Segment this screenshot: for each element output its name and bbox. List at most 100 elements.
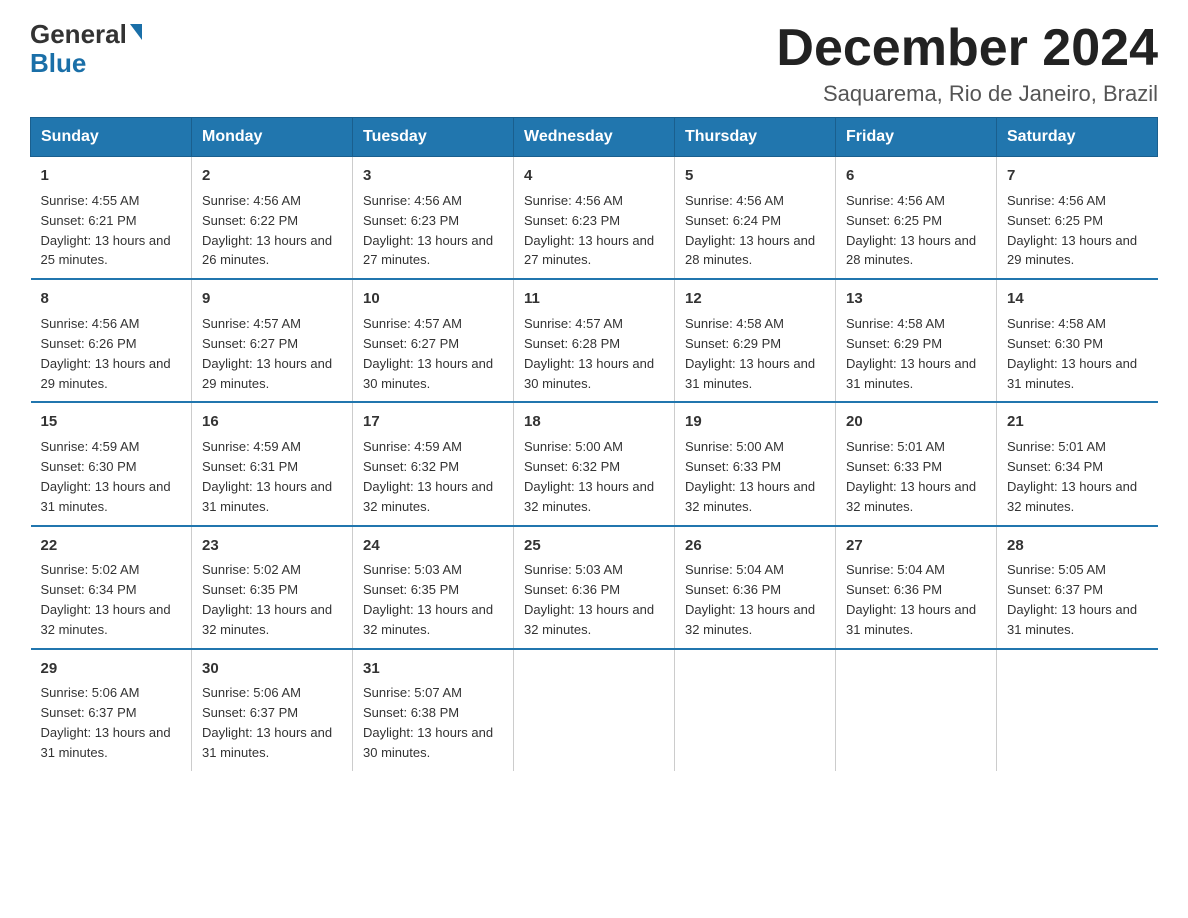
calendar-header-row: SundayMondayTuesdayWednesdayThursdayFrid… <box>31 118 1158 157</box>
day-number: 10 <box>363 288 503 310</box>
calendar-cell: 4 Sunrise: 4:56 AMSunset: 6:23 PMDaylight… <box>514 157 675 280</box>
calendar-week-row: 15 Sunrise: 4:59 AMSunset: 6:30 PMDayligh… <box>31 402 1158 525</box>
calendar-cell: 12 Sunrise: 4:58 AMSunset: 6:29 PMDayligh… <box>675 279 836 402</box>
calendar-cell: 28 Sunrise: 5:05 AMSunset: 6:37 PMDayligh… <box>997 526 1158 649</box>
day-number: 4 <box>524 165 664 187</box>
calendar-cell: 29 Sunrise: 5:06 AMSunset: 6:37 PMDayligh… <box>31 649 192 771</box>
calendar-cell: 3 Sunrise: 4:56 AMSunset: 6:23 PMDaylight… <box>353 157 514 280</box>
calendar-cell: 5Sunrise: 4:56 AMSunset: 6:24 PMDaylight… <box>675 157 836 280</box>
calendar-cell: 20 Sunrise: 5:01 AMSunset: 6:33 PMDayligh… <box>836 402 997 525</box>
day-number: 18 <box>524 411 664 433</box>
day-info: Sunrise: 5:03 AMSunset: 6:35 PMDaylight:… <box>363 562 493 637</box>
day-number: 22 <box>41 535 182 557</box>
day-number: 16 <box>202 411 342 433</box>
calendar-day-header: Tuesday <box>353 118 514 157</box>
day-info: Sunrise: 4:56 AMSunset: 6:25 PMDaylight:… <box>1007 193 1137 268</box>
calendar-week-row: 29 Sunrise: 5:06 AMSunset: 6:37 PMDayligh… <box>31 649 1158 771</box>
day-number: 26 <box>685 535 825 557</box>
day-number: 19 <box>685 411 825 433</box>
day-info: Sunrise: 5:01 AMSunset: 6:34 PMDaylight:… <box>1007 439 1137 514</box>
calendar-cell: 11Sunrise: 4:57 AMSunset: 6:28 PMDayligh… <box>514 279 675 402</box>
calendar-cell: 2 Sunrise: 4:56 AMSunset: 6:22 PMDaylight… <box>192 157 353 280</box>
logo-triangle-icon <box>130 24 142 40</box>
calendar-cell: 21 Sunrise: 5:01 AMSunset: 6:34 PMDayligh… <box>997 402 1158 525</box>
calendar-cell: 14 Sunrise: 4:58 AMSunset: 6:30 PMDayligh… <box>997 279 1158 402</box>
title-section: December 2024 Saquarema, Rio de Janeiro,… <box>776 20 1158 107</box>
calendar-day-header: Sunday <box>31 118 192 157</box>
day-number: 30 <box>202 658 342 680</box>
calendar-cell: 26Sunrise: 5:04 AMSunset: 6:36 PMDayligh… <box>675 526 836 649</box>
calendar-week-row: 1Sunrise: 4:55 AMSunset: 6:21 PMDaylight… <box>31 157 1158 280</box>
day-info: Sunrise: 4:58 AMSunset: 6:29 PMDaylight:… <box>846 316 976 391</box>
day-number: 25 <box>524 535 664 557</box>
day-number: 31 <box>363 658 503 680</box>
calendar-table: SundayMondayTuesdayWednesdayThursdayFrid… <box>30 117 1158 771</box>
calendar-cell: 30 Sunrise: 5:06 AMSunset: 6:37 PMDayligh… <box>192 649 353 771</box>
day-info: Sunrise: 4:56 AMSunset: 6:22 PMDaylight:… <box>202 193 332 268</box>
logo-general-text: General <box>30 20 142 49</box>
day-info: Sunrise: 5:01 AMSunset: 6:33 PMDaylight:… <box>846 439 976 514</box>
page-header: General Blue December 2024 Saquarema, Ri… <box>30 20 1158 107</box>
calendar-cell: 6Sunrise: 4:56 AMSunset: 6:25 PMDaylight… <box>836 157 997 280</box>
calendar-cell: 1Sunrise: 4:55 AMSunset: 6:21 PMDaylight… <box>31 157 192 280</box>
calendar-cell: 18 Sunrise: 5:00 AMSunset: 6:32 PMDayligh… <box>514 402 675 525</box>
day-info: Sunrise: 5:04 AMSunset: 6:36 PMDaylight:… <box>846 562 976 637</box>
calendar-cell <box>997 649 1158 771</box>
day-number: 8 <box>41 288 182 310</box>
day-number: 14 <box>1007 288 1148 310</box>
day-info: Sunrise: 4:56 AMSunset: 6:23 PMDaylight:… <box>363 193 493 268</box>
day-number: 17 <box>363 411 503 433</box>
day-number: 9 <box>202 288 342 310</box>
day-number: 15 <box>41 411 182 433</box>
day-number: 12 <box>685 288 825 310</box>
calendar-day-header: Saturday <box>997 118 1158 157</box>
calendar-cell: 10Sunrise: 4:57 AMSunset: 6:27 PMDayligh… <box>353 279 514 402</box>
calendar-day-header: Thursday <box>675 118 836 157</box>
calendar-cell: 22 Sunrise: 5:02 AMSunset: 6:34 PMDayligh… <box>31 526 192 649</box>
calendar-cell: 25 Sunrise: 5:03 AMSunset: 6:36 PMDayligh… <box>514 526 675 649</box>
calendar-day-header: Wednesday <box>514 118 675 157</box>
day-number: 11 <box>524 288 664 310</box>
day-info: Sunrise: 5:02 AMSunset: 6:35 PMDaylight:… <box>202 562 332 637</box>
day-info: Sunrise: 5:06 AMSunset: 6:37 PMDaylight:… <box>41 685 171 760</box>
calendar-cell <box>836 649 997 771</box>
calendar-cell: 7 Sunrise: 4:56 AMSunset: 6:25 PMDaylight… <box>997 157 1158 280</box>
day-number: 2 <box>202 165 342 187</box>
day-info: Sunrise: 5:06 AMSunset: 6:37 PMDaylight:… <box>202 685 332 760</box>
day-number: 28 <box>1007 535 1148 557</box>
day-number: 13 <box>846 288 986 310</box>
calendar-cell: 24 Sunrise: 5:03 AMSunset: 6:35 PMDayligh… <box>353 526 514 649</box>
day-info: Sunrise: 4:58 AMSunset: 6:29 PMDaylight:… <box>685 316 815 391</box>
calendar-cell: 23Sunrise: 5:02 AMSunset: 6:35 PMDayligh… <box>192 526 353 649</box>
day-number: 27 <box>846 535 986 557</box>
day-info: Sunrise: 4:56 AMSunset: 6:23 PMDaylight:… <box>524 193 654 268</box>
calendar-cell: 27 Sunrise: 5:04 AMSunset: 6:36 PMDayligh… <box>836 526 997 649</box>
calendar-cell <box>675 649 836 771</box>
calendar-cell <box>514 649 675 771</box>
day-number: 20 <box>846 411 986 433</box>
day-info: Sunrise: 4:59 AMSunset: 6:31 PMDaylight:… <box>202 439 332 514</box>
location-text: Saquarema, Rio de Janeiro, Brazil <box>776 81 1158 107</box>
month-title: December 2024 <box>776 20 1158 77</box>
calendar-day-header: Monday <box>192 118 353 157</box>
day-info: Sunrise: 5:00 AMSunset: 6:32 PMDaylight:… <box>524 439 654 514</box>
day-info: Sunrise: 4:58 AMSunset: 6:30 PMDaylight:… <box>1007 316 1137 391</box>
day-info: Sunrise: 5:05 AMSunset: 6:37 PMDaylight:… <box>1007 562 1137 637</box>
day-number: 3 <box>363 165 503 187</box>
day-number: 29 <box>41 658 182 680</box>
day-info: Sunrise: 4:57 AMSunset: 6:27 PMDaylight:… <box>202 316 332 391</box>
logo: General Blue <box>30 20 142 77</box>
day-info: Sunrise: 5:02 AMSunset: 6:34 PMDaylight:… <box>41 562 171 637</box>
day-number: 7 <box>1007 165 1148 187</box>
calendar-cell: 16 Sunrise: 4:59 AMSunset: 6:31 PMDayligh… <box>192 402 353 525</box>
calendar-cell: 19Sunrise: 5:00 AMSunset: 6:33 PMDayligh… <box>675 402 836 525</box>
day-info: Sunrise: 5:03 AMSunset: 6:36 PMDaylight:… <box>524 562 654 637</box>
day-number: 24 <box>363 535 503 557</box>
day-number: 6 <box>846 165 986 187</box>
day-number: 21 <box>1007 411 1148 433</box>
calendar-cell: 17 Sunrise: 4:59 AMSunset: 6:32 PMDayligh… <box>353 402 514 525</box>
day-info: Sunrise: 4:59 AMSunset: 6:32 PMDaylight:… <box>363 439 493 514</box>
day-info: Sunrise: 4:59 AMSunset: 6:30 PMDaylight:… <box>41 439 171 514</box>
day-info: Sunrise: 4:55 AMSunset: 6:21 PMDaylight:… <box>41 193 171 268</box>
calendar-week-row: 8Sunrise: 4:56 AMSunset: 6:26 PMDaylight… <box>31 279 1158 402</box>
